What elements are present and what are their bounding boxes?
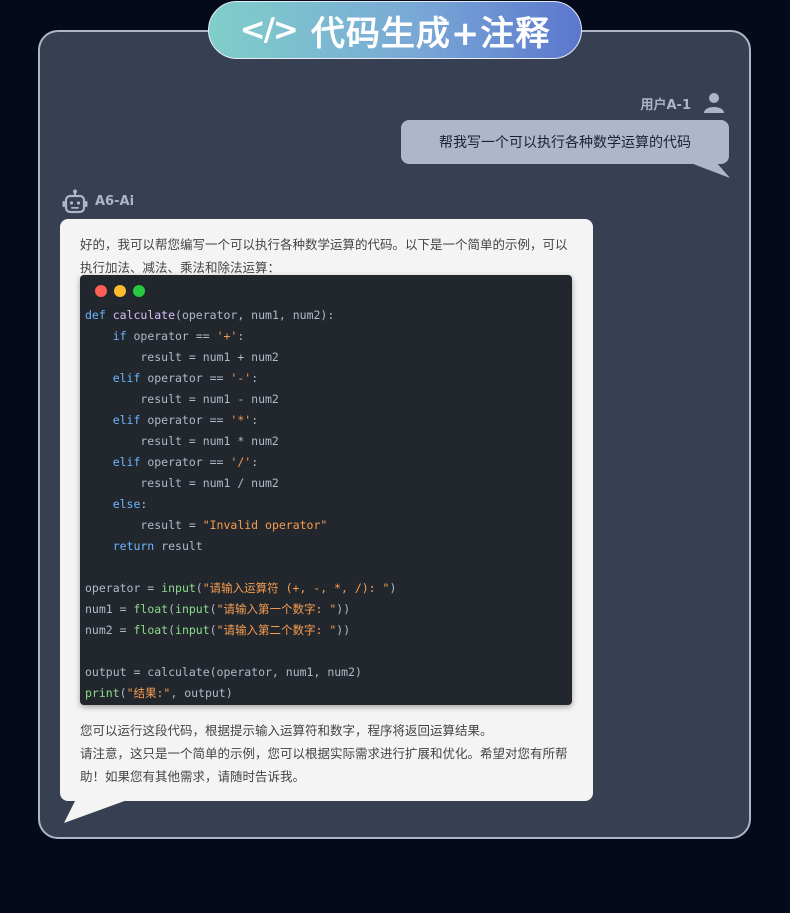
code-token: print <box>85 686 120 700</box>
code-token: elif <box>85 413 148 427</box>
code-line: result = num1 * num2 <box>85 431 396 452</box>
code-token: input <box>161 581 196 595</box>
code-line: print("结果:", output) <box>85 683 396 704</box>
code-token: operator == <box>133 329 217 343</box>
code-token: operator == <box>147 413 231 427</box>
code-line: output = calculate(operator, num1, num2) <box>85 662 396 683</box>
code-token: , output) <box>170 686 233 700</box>
ai-intro-text: 好的，我可以帮您编写一个可以执行各种数学运算的代码。以下是一个简单的示例，可以执… <box>80 237 568 275</box>
minimize-dot <box>114 285 126 297</box>
ai-bubble-tail <box>64 799 130 823</box>
close-dot <box>95 285 107 297</box>
code-token: ( <box>209 623 217 637</box>
code-line: elif operator == '-': <box>85 368 396 389</box>
code-token: )) <box>336 602 351 616</box>
code-line: return result <box>85 536 396 557</box>
code-token: result = <box>85 518 203 532</box>
code-token: )) <box>336 623 351 637</box>
ai-name: A6-Ai <box>95 194 135 209</box>
code-line: if operator == '+': <box>85 326 396 347</box>
code-token: : <box>251 413 259 427</box>
code-token: operator = <box>85 581 162 595</box>
code-token: elif <box>85 371 148 385</box>
code-token: float <box>133 623 169 637</box>
code-line: result = num1 / num2 <box>85 473 396 494</box>
code-token: ( <box>119 686 127 700</box>
code-token: ( <box>168 602 176 616</box>
code-line: num2 = float(input("请输入第二个数字: ")) <box>85 620 396 641</box>
title-banner: </> 代码生成+注释 <box>208 1 582 59</box>
ai-outro-text: 您可以运行这段代码，根据提示输入运算符和数字，程序将返回运算结果。 请注意，这只… <box>80 719 575 788</box>
code-token: input <box>175 623 210 637</box>
code-token: result <box>161 539 203 553</box>
user-message-bubble: 帮我写一个可以执行各种数学运算的代码 <box>401 120 729 164</box>
code-token: result = num1 - num2 <box>85 392 279 406</box>
maximize-dot <box>133 285 145 297</box>
code-block: def calculate(operator, num1, num2): if … <box>80 275 572 705</box>
robot-icon <box>62 189 88 214</box>
user-message-text: 帮我写一个可以执行各种数学运算的代码 <box>439 135 691 151</box>
code-token: if <box>85 329 134 343</box>
code-content: def calculate(operator, num1, num2): if … <box>85 305 396 704</box>
code-token: ( <box>168 623 176 637</box>
code-line: result = num1 + num2 <box>85 347 396 368</box>
code-token: float <box>133 602 169 616</box>
ai-outro-line-1: 您可以运行这段代码，根据提示输入运算符和数字，程序将返回运算结果。 <box>80 723 493 738</box>
code-token: '*' <box>230 413 252 427</box>
user-icon <box>704 93 724 113</box>
code-token: num1 = <box>85 602 134 616</box>
code-token: '+' <box>216 329 238 343</box>
code-token: num2 = <box>85 623 134 637</box>
banner-title: 代码生成+注释 <box>310 13 551 54</box>
code-token: operator == <box>147 371 231 385</box>
window-controls <box>95 285 145 297</box>
code-token: '-' <box>230 371 252 385</box>
code-token: def <box>85 308 113 322</box>
code-token: (operator, num1, num2): <box>175 308 335 322</box>
user-bubble-tail <box>688 162 730 178</box>
code-token: : <box>251 455 259 469</box>
code-token: else <box>85 497 141 511</box>
code-line: def calculate(operator, num1, num2): <box>85 305 396 326</box>
code-token: operator == <box>147 455 231 469</box>
code-token: : <box>140 497 148 511</box>
code-line: elif operator == '/': <box>85 452 396 473</box>
code-token: "请输入第一个数字: " <box>216 602 337 616</box>
code-token: '/' <box>230 455 252 469</box>
code-line: elif operator == '*': <box>85 410 396 431</box>
code-token: : <box>251 371 259 385</box>
code-icon: </> <box>239 12 299 48</box>
user-name: 用户A-1 <box>640 98 691 113</box>
code-line: else: <box>85 494 396 515</box>
code-line: operator = input("请输入运算符 (+, -, *, /): "… <box>85 578 396 599</box>
code-token: "Invalid operator" <box>202 518 328 532</box>
ai-outro-line-2: 请注意，这只是一个简单的示例，您可以根据实际需求进行扩展和优化。希望对您有所帮助… <box>80 746 568 784</box>
code-token: input <box>175 602 210 616</box>
code-token: : <box>237 329 245 343</box>
code-line: num1 = float(input("请输入第一个数字: ")) <box>85 599 396 620</box>
code-token: output = calculate(operator, num1, num2) <box>85 665 362 679</box>
code-token: ( <box>195 581 203 595</box>
code-token: ) <box>389 581 397 595</box>
code-token: "请输入第二个数字: " <box>216 623 337 637</box>
code-token: result = num1 / num2 <box>85 476 279 490</box>
code-token: ( <box>209 602 217 616</box>
code-line: result = num1 - num2 <box>85 389 396 410</box>
code-token: result = num1 + num2 <box>85 350 279 364</box>
code-token: "请输入运算符 (+, -, *, /): " <box>202 581 390 595</box>
code-token: "结果:" <box>126 686 171 700</box>
code-token: elif <box>85 455 148 469</box>
code-token: calculate <box>112 308 176 322</box>
code-line: result = "Invalid operator" <box>85 515 396 536</box>
ai-message-bubble: 好的，我可以帮您编写一个可以执行各种数学运算的代码。以下是一个简单的示例，可以执… <box>60 219 593 801</box>
code-token: return <box>85 539 162 553</box>
code-token: result = num1 * num2 <box>85 434 279 448</box>
chat-panel: 用户A-1 帮我写一个可以执行各种数学运算的代码 A6-Ai 好的，我可以帮您编… <box>38 30 751 839</box>
